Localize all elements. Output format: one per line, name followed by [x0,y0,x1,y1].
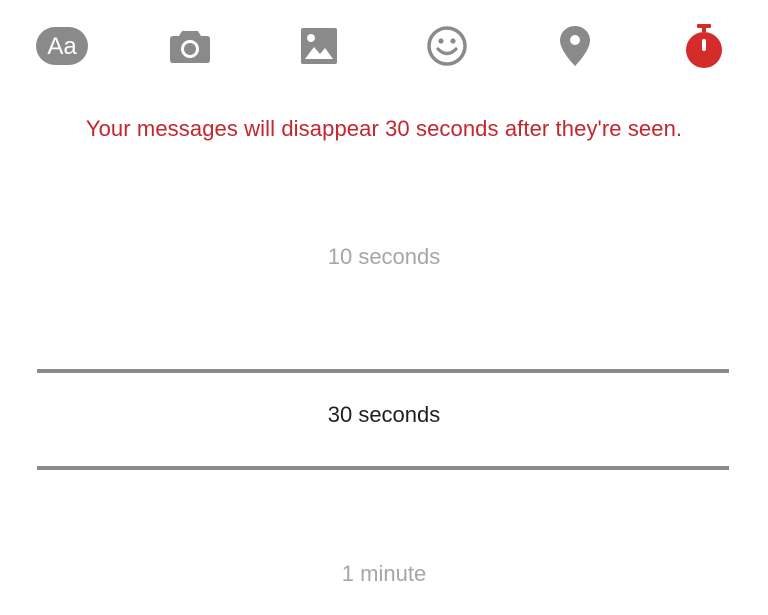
gallery-icon [301,28,337,64]
text-button[interactable]: Aa [34,20,90,72]
timer-button[interactable] [676,20,732,72]
location-pin-icon [560,26,590,66]
text-aa-label: Aa [47,33,77,60]
emoji-icon [427,26,467,66]
duration-option-1-minute[interactable]: 1 minute [0,561,768,587]
gallery-button[interactable] [291,20,347,72]
disappearing-notice: Your messages will disappear 30 seconds … [85,116,683,141]
duration-option-10-seconds[interactable]: 10 seconds [0,244,768,270]
camera-icon [170,31,210,63]
picker-divider-top [37,369,729,373]
location-button[interactable] [547,20,603,72]
picker-divider-bottom [37,466,729,470]
compose-toolbar: Aa [0,0,768,92]
emoji-button[interactable] [419,20,475,72]
timer-icon [686,24,722,68]
duration-option-30-seconds[interactable]: 30 seconds [0,402,768,428]
text-aa-icon: Aa [36,27,88,65]
camera-button[interactable] [162,20,218,72]
duration-picker[interactable]: 10 seconds 30 seconds 1 minute [0,200,768,615]
